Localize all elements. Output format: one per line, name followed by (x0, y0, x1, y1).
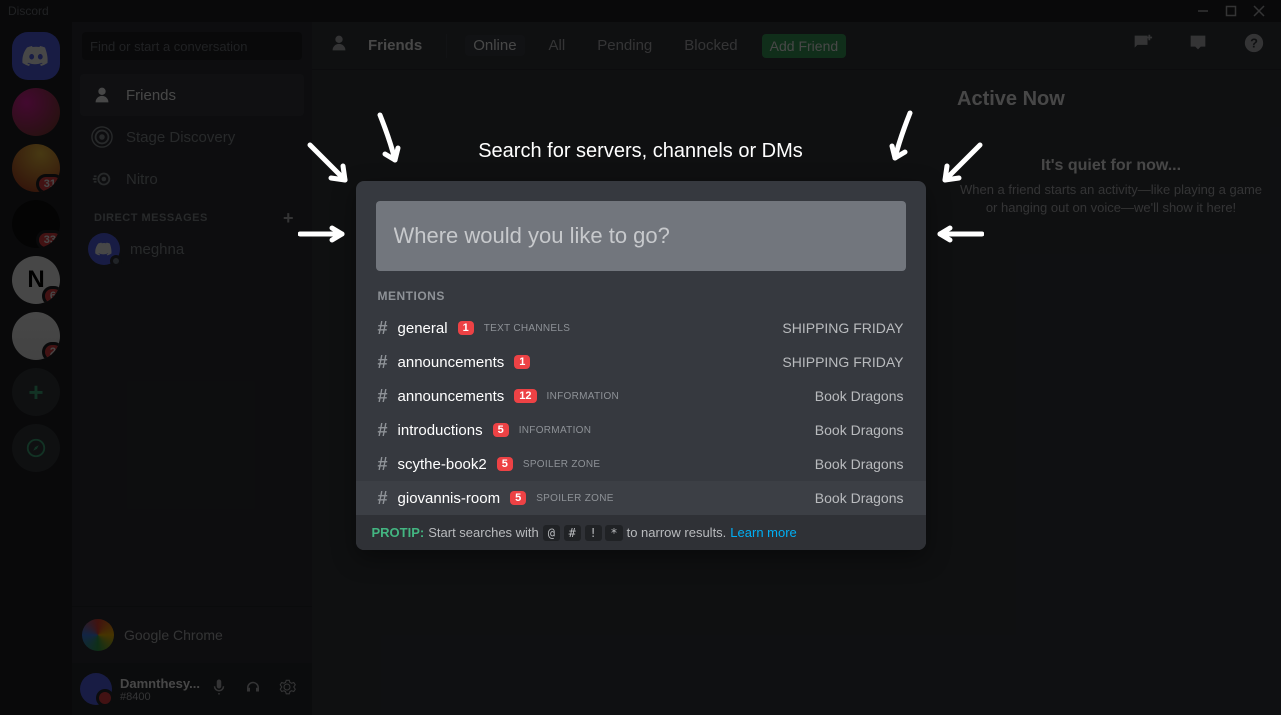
annotation-arrow (935, 140, 985, 195)
result-name: announcements (398, 388, 505, 405)
result-badge: 12 (514, 389, 536, 403)
hash-icon: # (378, 488, 388, 509)
annotation-arrow (298, 222, 348, 251)
result-category: SPOILER ZONE (523, 459, 601, 470)
result-category: INFORMATION (519, 425, 592, 436)
result-name: scythe-book2 (398, 456, 487, 473)
result-server: SHIPPING FRIDAY (782, 354, 903, 370)
quickswitcher-input[interactable] (394, 223, 888, 249)
result-name: introductions (398, 422, 483, 439)
protip-key: * (605, 525, 622, 541)
annotation-arrow (880, 108, 920, 173)
protip-learn-more[interactable]: Learn more (730, 525, 796, 540)
hash-icon: # (378, 420, 388, 441)
result-server: Book Dragons (815, 422, 904, 438)
protip-text-b: to narrow results. (627, 525, 727, 540)
result-badge: 1 (514, 355, 530, 369)
protip-text-a: Start searches with (428, 525, 539, 540)
annotation-arrow (305, 140, 355, 195)
quickswitcher-title: Search for servers, channels or DMs (356, 140, 926, 163)
result-name: giovannis-room (398, 490, 501, 507)
result-name: announcements (398, 354, 505, 371)
result-name: general (398, 320, 448, 337)
result-badge: 5 (510, 491, 526, 505)
result-server: Book Dragons (815, 388, 904, 404)
quickswitcher-protip: PROTIP: Start searches with @ # ! * to n… (356, 515, 926, 550)
result-category: TEXT CHANNELS (484, 323, 571, 334)
quickswitcher-result[interactable]: # scythe-book2 5 SPOILER ZONE Book Dragons (356, 447, 926, 481)
quickswitcher-search-field[interactable] (376, 201, 906, 271)
hash-icon: # (378, 454, 388, 475)
protip-key: ! (585, 525, 602, 541)
hash-icon: # (378, 386, 388, 407)
result-badge: 1 (458, 321, 474, 335)
quickswitcher-result[interactable]: # giovannis-room 5 SPOILER ZONE Book Dragons (356, 481, 926, 515)
result-badge: 5 (497, 457, 513, 471)
quickswitcher-result[interactable]: # general 1 TEXT CHANNELS SHIPPING FRIDAY (356, 311, 926, 345)
result-category: INFORMATION (547, 391, 620, 402)
result-category: SPOILER ZONE (536, 493, 614, 504)
protip-key: # (564, 525, 581, 541)
quickswitcher-section-label: MENTIONS (356, 271, 926, 311)
quickswitcher-result[interactable]: # announcements 12 INFORMATION Book Dragons (356, 379, 926, 413)
quickswitcher-result[interactable]: # announcements 1 SHIPPING FRIDAY (356, 345, 926, 379)
hash-icon: # (378, 352, 388, 373)
annotation-arrow (370, 110, 410, 175)
result-server: SHIPPING FRIDAY (782, 320, 903, 336)
protip-label: PROTIP: (372, 525, 425, 540)
annotation-arrow (934, 222, 984, 251)
quickswitcher-result[interactable]: # introductions 5 INFORMATION Book Dragons (356, 413, 926, 447)
result-server: Book Dragons (815, 490, 904, 506)
protip-key: @ (543, 525, 560, 541)
quickswitcher-modal: MENTIONS # general 1 TEXT CHANNELS SHIPPING … (356, 181, 926, 550)
result-server: Book Dragons (815, 456, 904, 472)
result-badge: 5 (493, 423, 509, 437)
quickswitcher-results: # general 1 TEXT CHANNELS SHIPPING FRIDAY # an… (356, 311, 926, 515)
hash-icon: # (378, 318, 388, 339)
